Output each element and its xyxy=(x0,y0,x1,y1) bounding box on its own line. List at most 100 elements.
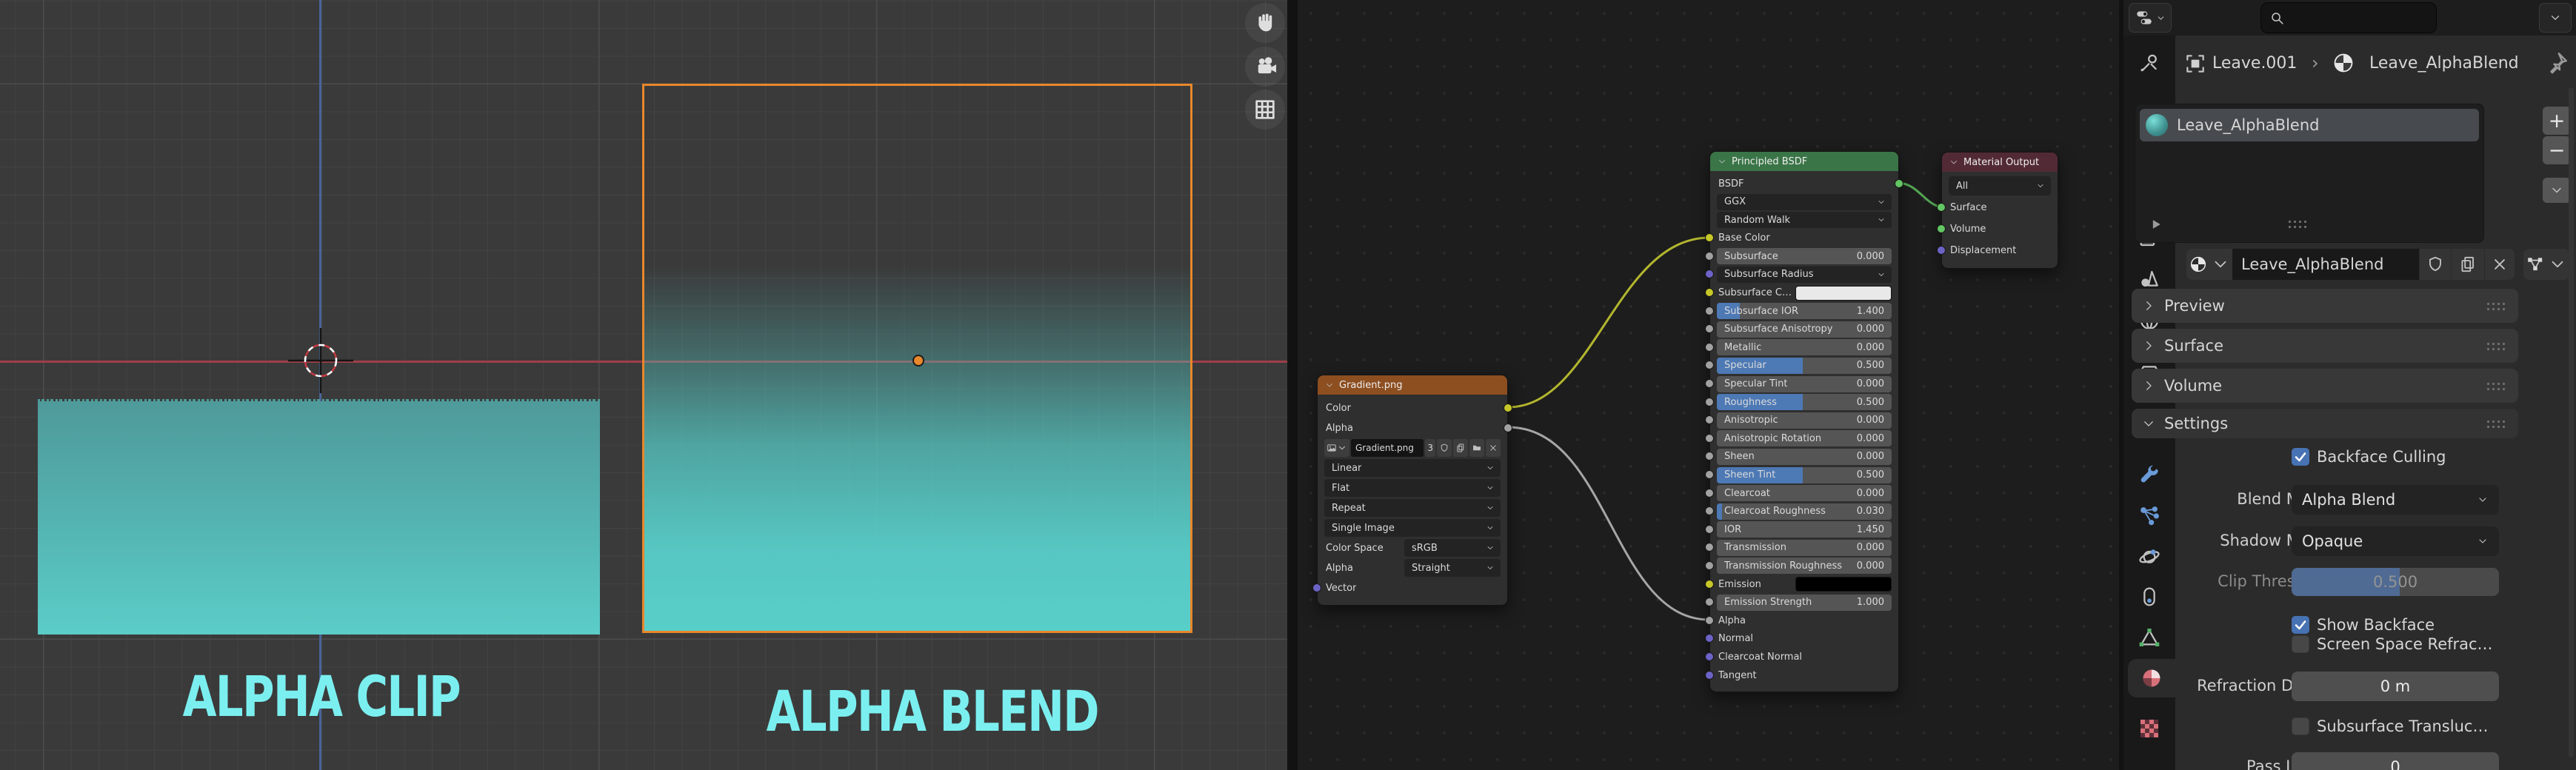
distribution-dropdown[interactable]: GGX xyxy=(1717,194,1892,210)
color-swatch[interactable] xyxy=(1795,577,1892,592)
material-slot-selected[interactable]: Leave_AlphaBlend xyxy=(2140,109,2479,141)
shader-node-editor[interactable]: Gradient.png Color Alpha Gradient.png xyxy=(1298,0,2119,770)
panel-volume[interactable]: Volume xyxy=(2132,369,2518,403)
tab-modifiers[interactable] xyxy=(2123,456,2175,495)
add-slot-button[interactable]: + xyxy=(2543,107,2571,135)
node-image-texture[interactable]: Gradient.png Color Alpha Gradient.png xyxy=(1317,375,1508,606)
node-principled-bsdf[interactable]: Principled BSDF BSDF GGX Random Walk Ba xyxy=(1709,151,1899,692)
new-material-copy-button[interactable] xyxy=(2452,249,2484,280)
scrollbar[interactable] xyxy=(2569,87,2574,757)
color-swatch[interactable] xyxy=(1795,286,1892,301)
panel-grip[interactable] xyxy=(2486,419,2508,429)
browse-material-button[interactable] xyxy=(2186,249,2232,280)
param-roughness[interactable]: Roughness0.500 xyxy=(1717,394,1892,410)
param-subsurface-color[interactable]: Subsurface C… xyxy=(1717,285,1892,301)
socket-surface[interactable] xyxy=(1937,203,1946,212)
param-emission-strength[interactable]: Emission Strength1.000 xyxy=(1717,595,1892,611)
param-clearcoat[interactable]: Clearcoat0.000 xyxy=(1717,485,1892,501)
shadow-mode-dropdown[interactable]: Opaque xyxy=(2292,526,2499,556)
breadcrumb-object[interactable]: Leave.001 xyxy=(2212,54,2297,73)
tab-object-data[interactable] xyxy=(2123,618,2175,657)
panel-grip[interactable] xyxy=(2486,341,2508,351)
backface-culling-checkbox[interactable] xyxy=(2292,448,2309,466)
input-vector[interactable]: Vector xyxy=(1324,579,1501,597)
param-anisotropic[interactable]: Anisotropic0.000 xyxy=(1717,412,1892,429)
node-header[interactable]: Material Output xyxy=(1942,153,2058,172)
input-volume[interactable]: Volume xyxy=(1949,219,2051,238)
tab-material[interactable] xyxy=(2128,659,2175,697)
editor-divider[interactable] xyxy=(1287,0,1298,770)
remove-slot-button[interactable]: − xyxy=(2543,136,2571,164)
output-bsdf[interactable]: BSDF xyxy=(1717,175,1892,192)
image-users-count[interactable]: 3 xyxy=(1425,439,1435,457)
param-sheen-tint[interactable]: Sheen Tint0.500 xyxy=(1717,467,1892,483)
panel-grip[interactable] xyxy=(2486,301,2508,311)
node-material-output[interactable]: Material Output All Surface Volume Disp xyxy=(1941,152,2058,269)
subsurface-translucency-checkbox[interactable] xyxy=(2292,717,2309,735)
panel-surface[interactable]: Surface xyxy=(2132,329,2518,363)
material-name-field[interactable]: Leave_AlphaBlend xyxy=(2232,249,2419,280)
text-alpha-blend[interactable]: ALPHA BLEND xyxy=(767,678,1090,744)
input-displacement[interactable]: Displacement xyxy=(1949,241,2051,260)
socket-color-out[interactable] xyxy=(1504,404,1512,412)
socket-alpha-out[interactable] xyxy=(1504,424,1512,432)
tab-particles[interactable] xyxy=(2123,497,2175,535)
interpolation-dropdown[interactable]: Linear xyxy=(1324,459,1501,477)
input-tangent[interactable]: Tangent xyxy=(1717,667,1892,683)
output-color[interactable]: Color xyxy=(1324,399,1501,417)
panel-settings[interactable]: Settings xyxy=(2132,409,2518,438)
editor-type-button[interactable] xyxy=(2129,3,2172,33)
plane-alpha-clip[interactable] xyxy=(38,401,600,635)
unlink-material-button[interactable] xyxy=(2485,249,2515,280)
pan-hand-icon[interactable] xyxy=(1245,3,1285,43)
header-options-button[interactable] xyxy=(2539,3,2572,33)
grid-icon[interactable] xyxy=(1245,90,1285,130)
param-clearcoat-roughness[interactable]: Clearcoat Roughness0.030 xyxy=(1717,503,1892,520)
extension-dropdown[interactable]: Repeat xyxy=(1324,499,1501,517)
new-image-copy-icon[interactable] xyxy=(1453,439,1468,457)
image-datablock-row[interactable]: Gradient.png 3 xyxy=(1324,439,1501,457)
slot-specials-button[interactable] xyxy=(2543,178,2571,203)
input-normal[interactable]: Normal xyxy=(1717,631,1892,647)
tab-physics[interactable] xyxy=(2123,537,2175,575)
node-header[interactable]: Principled BSDF xyxy=(1710,152,1898,171)
panel-grip[interactable] xyxy=(2486,381,2508,391)
text-alpha-clip[interactable]: ALPHA CLIP xyxy=(183,663,449,729)
socket-vector-in[interactable] xyxy=(1312,583,1321,592)
breadcrumb-material[interactable]: Leave_AlphaBlend xyxy=(2369,54,2519,73)
input-surface[interactable]: Surface xyxy=(1949,198,2051,217)
node-tree-button[interactable] xyxy=(2523,249,2569,280)
image-name-field[interactable]: Gradient.png xyxy=(1351,439,1424,457)
socket-base-color[interactable] xyxy=(1705,233,1714,242)
socket-displacement[interactable] xyxy=(1937,246,1946,255)
pin-icon[interactable] xyxy=(2544,50,2569,76)
param-subsurface-ior[interactable]: Subsurface IOR1.400 xyxy=(1717,303,1892,319)
param-transmission[interactable]: Transmission0.000 xyxy=(1717,540,1892,556)
source-dropdown[interactable]: Single Image xyxy=(1324,519,1501,537)
output-target-dropdown[interactable]: All xyxy=(1949,176,2051,195)
param-specular[interactable]: Specular0.500 xyxy=(1717,358,1892,374)
show-backface-checkbox[interactable] xyxy=(2292,616,2309,634)
unlink-image-x-icon[interactable] xyxy=(1486,439,1501,457)
param-subsurface-anisotropy[interactable]: Subsurface Anisotropy0.000 xyxy=(1717,321,1892,338)
param-emission[interactable]: Emission xyxy=(1717,576,1892,592)
refraction-depth-field[interactable]: 0 m xyxy=(2292,672,2499,701)
tab-constraints[interactable] xyxy=(2123,578,2175,616)
cursor-3d-icon[interactable] xyxy=(288,328,353,393)
param-anisotropic-rotation[interactable]: Anisotropic Rotation0.000 xyxy=(1717,430,1892,446)
socket-bsdf-out[interactable] xyxy=(1895,179,1903,188)
param-ior[interactable]: IOR1.450 xyxy=(1717,521,1892,538)
param-metallic[interactable]: Metallic0.000 xyxy=(1717,339,1892,355)
param-transmission-roughness[interactable]: Transmission Roughness0.000 xyxy=(1717,558,1892,574)
projection-dropdown[interactable]: Flat xyxy=(1324,479,1501,497)
tab-texture[interactable] xyxy=(2123,709,2175,748)
resize-grip[interactable] xyxy=(2287,219,2309,229)
fake-user-shield-icon[interactable] xyxy=(1437,439,1452,457)
param-subsurface-radius[interactable]: Subsurface Radius xyxy=(1717,267,1892,283)
socket-volume[interactable] xyxy=(1937,224,1946,233)
search-input[interactable] xyxy=(2260,2,2437,33)
viewport-3d[interactable]: ALPHA CLIP ALPHA BLEND xyxy=(0,0,1287,770)
param-specular-tint[interactable]: Specular Tint0.000 xyxy=(1717,376,1892,392)
clip-threshold-slider[interactable]: 0.500 xyxy=(2292,568,2499,596)
blend-mode-dropdown[interactable]: Alpha Blend xyxy=(2292,485,2499,515)
